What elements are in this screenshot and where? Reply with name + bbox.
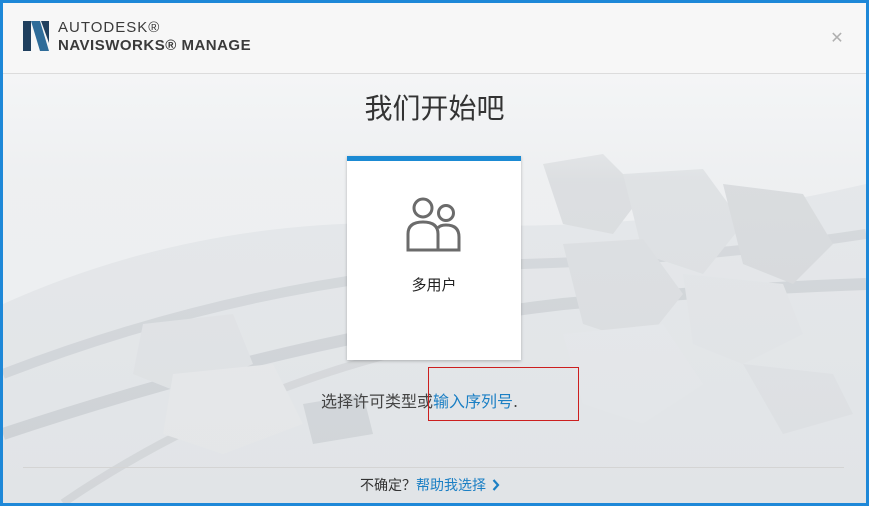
- license-prefix-text: 选择许可类型或: [321, 392, 434, 411]
- multi-user-card[interactable]: 多用户: [347, 156, 521, 360]
- brand-name: AUTODESK®: [58, 19, 161, 36]
- page-title: 我们开始吧: [364, 92, 505, 125]
- dialog-header: AUTODESK® NAVISWORKS® MANAGE ✕: [3, 3, 866, 74]
- footer-divider: [23, 467, 844, 468]
- close-icon[interactable]: ✕: [830, 30, 844, 46]
- help-link-label: 帮助我选择: [416, 478, 486, 494]
- annotation-highlight-box: [428, 367, 579, 421]
- license-dialog: AUTODESK® NAVISWORKS® MANAGE ✕ 我们开始吧 多用户…: [3, 3, 866, 503]
- users-icon: [406, 197, 461, 252]
- product-name: NAVISWORKS® MANAGE: [58, 37, 252, 54]
- card-label: 多用户: [411, 276, 457, 294]
- footer: 不确定？帮助我选择: [360, 475, 500, 495]
- autodesk-logo-icon: [23, 21, 49, 51]
- help-me-choose-link[interactable]: 帮助我选择: [416, 478, 500, 494]
- unsure-text: 不确定？: [360, 478, 416, 494]
- chevron-right-icon: [492, 479, 500, 491]
